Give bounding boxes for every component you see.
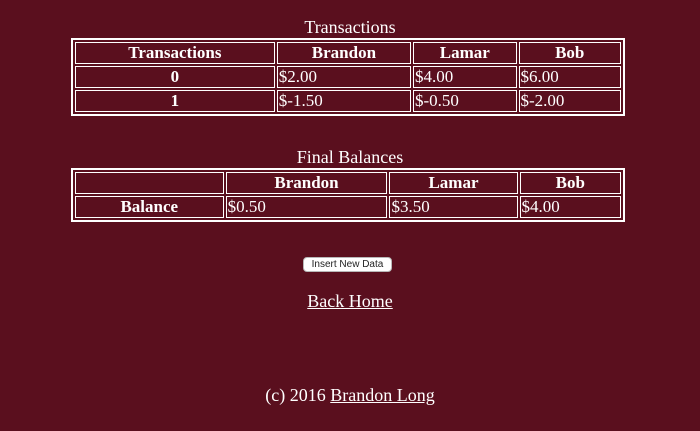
table-cell: $4.00 xyxy=(519,196,621,218)
table-header-row: Transactions Brandon Lamar Bob xyxy=(75,42,621,64)
footer: (c) 2016 Brandon Long xyxy=(0,384,700,406)
row-label: Balance xyxy=(75,196,224,218)
transactions-table: Transactions Brandon Lamar Bob 0 $2.00 $… xyxy=(71,38,625,116)
copyright-text: (c) 2016 xyxy=(265,385,331,405)
table-header-row: Brandon Lamar Bob xyxy=(75,172,621,194)
column-header: Brandon xyxy=(276,42,412,64)
table-cell: $0.50 xyxy=(225,196,388,218)
back-home-link[interactable]: Back Home xyxy=(307,291,392,311)
table-cell: $-0.50 xyxy=(413,90,517,112)
page: Transactions Transactions Brandon Lamar … xyxy=(0,0,700,431)
author-link[interactable]: Brandon Long xyxy=(330,385,434,405)
table-cell: $-1.50 xyxy=(276,90,412,112)
back-home-container: Back Home xyxy=(0,290,700,312)
column-header: Bob xyxy=(519,172,621,194)
table-cell: $4.00 xyxy=(413,66,517,88)
row-label: 0 xyxy=(75,66,275,88)
table-row: Balance $0.50 $3.50 $4.00 xyxy=(75,196,621,218)
transactions-caption: Transactions xyxy=(304,17,396,37)
balances-caption: Final Balances xyxy=(296,147,404,167)
table-cell: $2.00 xyxy=(276,66,412,88)
row-label: 1 xyxy=(75,90,275,112)
balances-table: Brandon Lamar Bob Balance $0.50 $3.50 $4… xyxy=(71,168,625,222)
table-cell: $-2.00 xyxy=(518,90,621,112)
column-header: Bob xyxy=(518,42,621,64)
column-header: Transactions xyxy=(75,42,275,64)
table-cell: $3.50 xyxy=(389,196,518,218)
insert-new-data-button[interactable]: Insert New Data xyxy=(303,257,392,272)
column-header: Lamar xyxy=(413,42,517,64)
table-row: 0 $2.00 $4.00 $6.00 xyxy=(75,66,621,88)
column-header xyxy=(75,172,224,194)
table-row: 1 $-1.50 $-0.50 $-2.00 xyxy=(75,90,621,112)
table-cell: $6.00 xyxy=(518,66,621,88)
column-header: Brandon xyxy=(225,172,388,194)
column-header: Lamar xyxy=(389,172,518,194)
